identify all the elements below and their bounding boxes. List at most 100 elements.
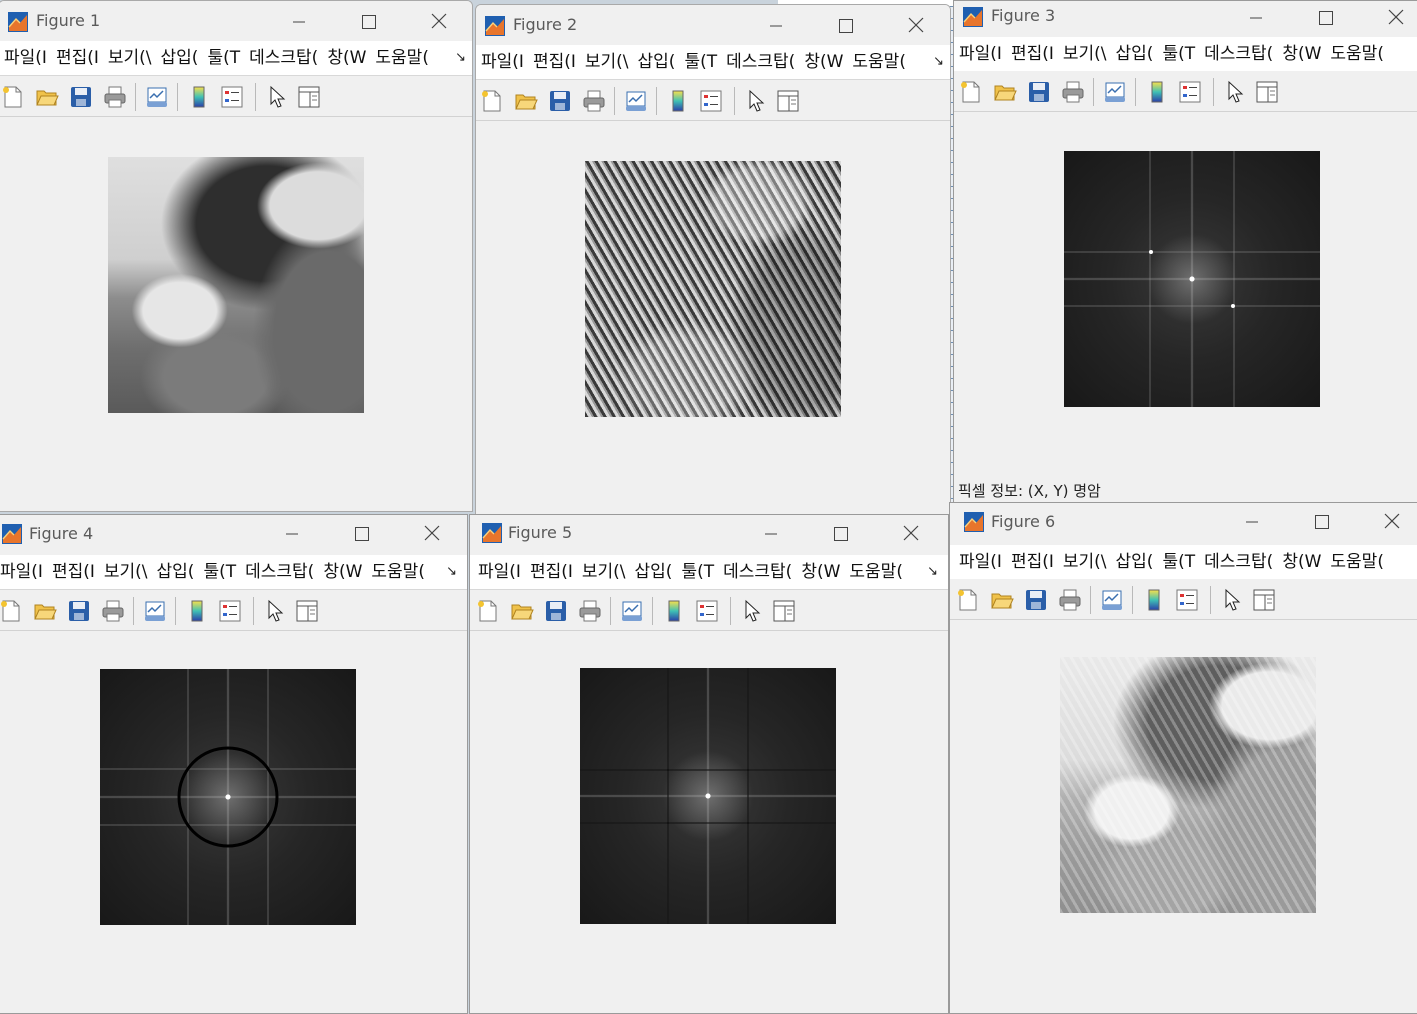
figure-window-4[interactable]: Figure 4 파일(I 편집(I 보기(\ 삽입(툴(T 데스크탑(창(W 도움말( …: [0, 514, 468, 1014]
minimize-button[interactable]: [754, 517, 788, 547]
new-figure-button[interactable]: [1, 85, 25, 109]
figure-window-5[interactable]: Figure 5 파일(I 편집(I 보기(\ 삽입(툴(T 데스크탑(창(W 도움말( …: [469, 514, 949, 1014]
minimize-button[interactable]: [1235, 505, 1269, 535]
property-inspector-button[interactable]: [772, 599, 796, 623]
new-figure-button[interactable]: [476, 599, 500, 623]
minimize-button[interactable]: [1239, 1, 1273, 31]
title-bar[interactable]: Figure 3: [954, 1, 1417, 35]
menu-file[interactable]: 파일(I: [959, 37, 1002, 71]
maximize-button[interactable]: [352, 5, 386, 35]
link-plot-button[interactable]: [620, 599, 644, 623]
open-file-button[interactable]: [514, 89, 538, 113]
print-button[interactable]: [582, 89, 606, 113]
edit-pointer-button[interactable]: [1220, 588, 1244, 612]
menu-file[interactable]: 파일(I: [4, 41, 47, 75]
menu-desktop[interactable]: 데스크탑(: [726, 45, 795, 79]
menu-window[interactable]: 창(W: [323, 555, 362, 589]
menu-edit[interactable]: 편집(I: [1011, 545, 1054, 579]
legend-button[interactable]: [1178, 80, 1202, 104]
menu-edit[interactable]: 편집(I: [1011, 37, 1054, 71]
figure-window-6[interactable]: Figure 6 파일(I 편집(I 보기(\ 삽입(툴(T 데스크탑(창(W 도움말(: [949, 502, 1417, 1014]
print-button[interactable]: [101, 599, 125, 623]
menu-help[interactable]: 도움말(: [1330, 37, 1384, 71]
maximize-button[interactable]: [824, 517, 858, 547]
menu-window[interactable]: 창(W: [804, 45, 843, 79]
menu-insert[interactable]: 삽입(: [157, 555, 195, 589]
close-button[interactable]: [1379, 1, 1413, 31]
legend-button[interactable]: [218, 599, 242, 623]
menu-insert[interactable]: 삽입(: [638, 45, 676, 79]
save-button[interactable]: [548, 89, 572, 113]
link-plot-button[interactable]: [1103, 80, 1127, 104]
edit-pointer-button[interactable]: [744, 89, 768, 113]
menu-insert[interactable]: 삽입(: [1116, 37, 1154, 71]
colorbar-button[interactable]: [1142, 588, 1166, 612]
menu-file[interactable]: 파일(I: [481, 45, 524, 79]
open-file-button[interactable]: [35, 85, 59, 109]
menu-help[interactable]: 도움말(: [849, 555, 903, 589]
menu-view[interactable]: 보기(\: [1063, 545, 1107, 579]
menu-edit[interactable]: 편집(I: [56, 41, 99, 75]
maximize-button[interactable]: [829, 9, 863, 39]
minimize-button[interactable]: [282, 5, 316, 35]
menu-view[interactable]: 보기(\: [585, 45, 629, 79]
maximize-button[interactable]: [345, 517, 379, 547]
legend-button[interactable]: [220, 85, 244, 109]
colorbar-button[interactable]: [187, 85, 211, 109]
menu-desktop[interactable]: 데스크탑(: [723, 555, 792, 589]
menu-view[interactable]: 보기(\: [108, 41, 152, 75]
figure-window-2[interactable]: Figure 2 파일(I 편집(I 보기(\ 삽입(툴(T 데스크탑(창(W 도움말( …: [475, 4, 951, 516]
menu-window[interactable]: 창(W: [327, 41, 366, 75]
save-button[interactable]: [1024, 588, 1048, 612]
title-bar[interactable]: Figure 2: [476, 5, 950, 45]
property-inspector-button[interactable]: [295, 599, 319, 623]
close-button[interactable]: [894, 517, 928, 547]
link-plot-button[interactable]: [145, 85, 169, 109]
open-file-button[interactable]: [33, 599, 57, 623]
colorbar-button[interactable]: [662, 599, 686, 623]
menu-edit[interactable]: 편집(I: [530, 555, 573, 589]
menu-insert[interactable]: 삽입(: [1116, 545, 1154, 579]
menu-help[interactable]: 도움말(: [852, 45, 906, 79]
menu-overflow-arrow-icon[interactable]: ↘: [444, 564, 459, 579]
legend-button[interactable]: [699, 89, 723, 113]
menu-edit[interactable]: 편집(I: [52, 555, 95, 589]
print-button[interactable]: [578, 599, 602, 623]
menu-help[interactable]: 도움말(: [1330, 545, 1384, 579]
menu-tools[interactable]: 툴(T: [1162, 545, 1195, 579]
menu-tools[interactable]: 툴(T: [207, 41, 240, 75]
menu-tools[interactable]: 툴(T: [1162, 37, 1195, 71]
figure-window-1[interactable]: Figure 1 파일(I 편집(I 보기(\ 삽입(툴(T 데스크탑(창(W 도움말( …: [0, 0, 473, 512]
figure-window-3[interactable]: Figure 3 파일(I 편집(I 보기(\ 삽입(툴(T 데스크탑(창(W 도움말( …: [953, 0, 1417, 505]
menu-view[interactable]: 보기(\: [582, 555, 626, 589]
minimize-button[interactable]: [759, 9, 793, 39]
colorbar-button[interactable]: [185, 599, 209, 623]
print-button[interactable]: [1058, 588, 1082, 612]
menu-desktop[interactable]: 데스크탑(: [245, 555, 314, 589]
print-button[interactable]: [103, 85, 127, 109]
save-button[interactable]: [1027, 80, 1051, 104]
close-button[interactable]: [1375, 505, 1409, 535]
property-inspector-button[interactable]: [297, 85, 321, 109]
edit-pointer-button[interactable]: [1223, 80, 1247, 104]
property-inspector-button[interactable]: [776, 89, 800, 113]
menu-edit[interactable]: 편집(I: [533, 45, 576, 79]
menu-window[interactable]: 창(W: [801, 555, 840, 589]
menu-desktop[interactable]: 데스크탑(: [1204, 545, 1273, 579]
new-figure-button[interactable]: [0, 599, 23, 623]
link-plot-button[interactable]: [143, 599, 167, 623]
menu-overflow-arrow-icon[interactable]: ↘: [925, 564, 940, 579]
new-figure-button[interactable]: [956, 588, 980, 612]
legend-button[interactable]: [695, 599, 719, 623]
menu-desktop[interactable]: 데스크탑(: [1204, 37, 1273, 71]
close-button[interactable]: [899, 9, 933, 39]
menu-tools[interactable]: 툴(T: [203, 555, 236, 589]
open-file-button[interactable]: [990, 588, 1014, 612]
print-button[interactable]: [1061, 80, 1085, 104]
colorbar-button[interactable]: [1145, 80, 1169, 104]
menu-tools[interactable]: 툴(T: [681, 555, 714, 589]
link-plot-button[interactable]: [624, 89, 648, 113]
new-figure-button[interactable]: [480, 89, 504, 113]
menu-tools[interactable]: 툴(T: [684, 45, 717, 79]
menu-insert[interactable]: 삽입(: [635, 555, 673, 589]
